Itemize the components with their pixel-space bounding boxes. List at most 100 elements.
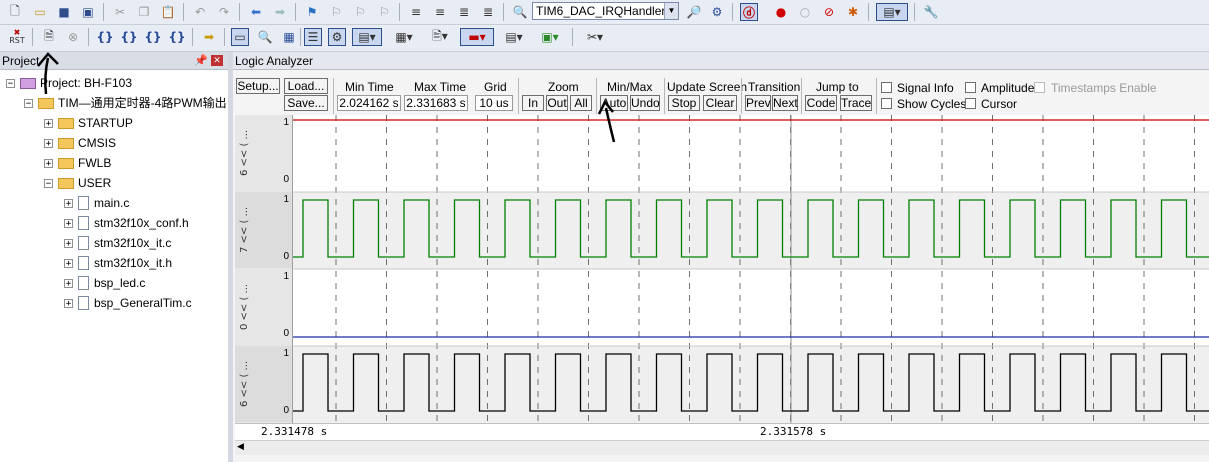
prev-button[interactable]: Prev xyxy=(745,95,771,111)
comment-icon[interactable]: ≣ xyxy=(455,3,473,21)
signal-label[interactable]: 0 << ( ... 1 0 xyxy=(235,269,292,345)
run-icon[interactable]: 🗎 xyxy=(40,28,58,46)
show-next-statement-icon[interactable]: ➡ xyxy=(200,28,218,46)
memory-window-icon[interactable]: ▦▾ xyxy=(390,28,418,46)
tree-item[interactable]: + bsp_GeneralTim.c xyxy=(0,294,228,312)
watch-window-icon[interactable]: ▤▾ xyxy=(352,28,382,46)
expand-toggle-icon[interactable]: + xyxy=(64,239,73,249)
navigate-back-icon[interactable]: ⬅ xyxy=(247,3,265,21)
clear-bookmarks-icon[interactable]: ⚐ xyxy=(375,3,393,21)
tree-item[interactable]: + CMSIS xyxy=(0,134,228,152)
clear-button[interactable]: Clear xyxy=(703,95,737,111)
unindent-icon[interactable]: ≡ xyxy=(431,3,449,21)
undo-button[interactable]: Undo xyxy=(630,95,660,111)
find-in-files-icon[interactable]: 🔍 xyxy=(511,3,529,21)
analysis-window-icon[interactable]: ▬▾ xyxy=(460,28,494,46)
kill-breakpoints-icon[interactable]: ⊘ xyxy=(820,3,838,21)
signal-label[interactable]: 6 << ( ... 1 0 xyxy=(235,115,292,191)
expand-toggle-icon[interactable]: + xyxy=(64,299,73,309)
tree-item[interactable]: + stm32f10x_it.h xyxy=(0,254,228,272)
breakpoint-icon[interactable]: ● xyxy=(772,3,790,21)
expand-toggle-icon[interactable]: + xyxy=(64,279,73,289)
tree-item[interactable]: + STARTUP xyxy=(0,114,228,132)
debug-session-icon[interactable]: ⓓ xyxy=(740,3,758,21)
configure-icon[interactable]: 🔧 xyxy=(922,3,940,21)
step-into-icon[interactable]: {} xyxy=(96,28,114,46)
load-button[interactable]: Load... xyxy=(284,78,328,94)
tree-item[interactable]: + FWLB xyxy=(0,154,228,172)
expand-toggle-icon[interactable]: − xyxy=(6,79,15,89)
zoom-all-button[interactable]: All xyxy=(570,95,592,111)
navigate-forward-icon[interactable]: ➡ xyxy=(271,3,289,21)
zoom-out-button[interactable]: Out xyxy=(546,95,568,111)
zoom-in-button[interactable]: In xyxy=(522,95,544,111)
signal-info-checkbox[interactable] xyxy=(881,82,892,93)
signal-label[interactable]: 7 << ( ... 1 0 xyxy=(235,192,292,268)
prev-bookmark-icon[interactable]: ⚐ xyxy=(327,3,345,21)
scroll-left-icon[interactable]: ◀ xyxy=(237,441,244,452)
disassembly-window-icon[interactable]: 🔍 xyxy=(256,28,274,46)
horizontal-scrollbar[interactable]: ◀ xyxy=(235,440,1209,455)
expand-toggle-icon[interactable]: + xyxy=(64,199,73,209)
cursor-checkbox[interactable] xyxy=(965,98,976,109)
save-icon[interactable]: ■ xyxy=(55,3,73,21)
save-button[interactable]: Save... xyxy=(284,95,328,111)
stop-button[interactable]: Stop xyxy=(668,95,700,111)
signal-label[interactable]: 6 << ( ... 1 0 xyxy=(235,346,292,422)
command-window-icon[interactable]: ▭ xyxy=(231,28,249,46)
expand-toggle-icon[interactable]: + xyxy=(44,139,53,149)
call-stack-icon[interactable]: ⚙ xyxy=(328,28,346,46)
tree-item[interactable]: + stm32f10x_conf.h xyxy=(0,214,228,232)
run-to-cursor-icon[interactable]: {} xyxy=(168,28,186,46)
trace-button[interactable]: Trace xyxy=(840,95,872,111)
disable-all-icon[interactable]: ✱ xyxy=(844,3,862,21)
tree-item[interactable]: + main.c xyxy=(0,194,228,212)
show-cycles-checkbox[interactable] xyxy=(881,98,892,109)
disable-breakpoint-icon[interactable]: ○ xyxy=(796,3,814,21)
registers-window-icon[interactable]: ☰ xyxy=(304,28,322,46)
step-out-icon[interactable]: {} xyxy=(144,28,162,46)
expand-toggle-icon[interactable]: − xyxy=(44,179,53,189)
expand-toggle-icon[interactable]: + xyxy=(44,159,53,169)
save-all-icon[interactable]: ▣ xyxy=(79,3,97,21)
trace-window-icon[interactable]: ▤▾ xyxy=(500,28,528,46)
bookmark-icon[interactable]: ⚑ xyxy=(303,3,321,21)
tree-item[interactable]: − USER xyxy=(0,174,228,192)
stop-icon[interactable]: ⊗ xyxy=(64,28,82,46)
paste-icon[interactable]: 📋 xyxy=(159,3,177,21)
indent-icon[interactable]: ≡ xyxy=(407,3,425,21)
system-viewer-icon[interactable]: ▣▾ xyxy=(536,28,564,46)
tree-item[interactable]: + stm32f10x_it.c xyxy=(0,234,228,252)
expand-toggle-icon[interactable]: + xyxy=(44,119,53,129)
reset-cpu-icon[interactable]: ✖ RST xyxy=(6,28,28,46)
undo-icon[interactable]: ↶ xyxy=(191,3,209,21)
copy-icon[interactable]: ❐ xyxy=(135,3,153,21)
next-button[interactable]: Next xyxy=(772,95,798,111)
cut-icon[interactable]: ✂ xyxy=(111,3,129,21)
close-icon[interactable]: ✕ xyxy=(211,55,223,66)
chevron-down-icon[interactable]: ▼ xyxy=(664,3,678,19)
code-button[interactable]: Code xyxy=(805,95,837,111)
expand-toggle-icon[interactable]: − xyxy=(24,99,33,109)
symbols-window-icon[interactable]: ▦ xyxy=(280,28,298,46)
step-over-icon[interactable]: {} xyxy=(120,28,138,46)
waveform-area[interactable] xyxy=(293,115,1209,423)
amplitude-checkbox[interactable] xyxy=(965,82,976,93)
timestamps-checkbox[interactable] xyxy=(1034,82,1045,93)
redo-icon[interactable]: ↷ xyxy=(215,3,233,21)
expand-toggle-icon[interactable]: + xyxy=(64,259,73,269)
expand-toggle-icon[interactable]: + xyxy=(64,219,73,229)
find-icon[interactable]: 🔎 xyxy=(685,3,703,21)
uncomment-icon[interactable]: ≣ xyxy=(479,3,497,21)
function-combo[interactable]: TIM6_DAC_IRQHandler ▼ xyxy=(532,2,679,20)
next-bookmark-icon[interactable]: ⚐ xyxy=(351,3,369,21)
window-layout-icon[interactable]: ▤▾ xyxy=(876,3,908,21)
incremental-find-icon[interactable]: ⚙ xyxy=(708,3,726,21)
serial-window-icon[interactable]: 🖹▾ xyxy=(426,28,454,46)
open-file-icon[interactable]: ▭ xyxy=(31,3,49,21)
pin-icon[interactable]: 📌 xyxy=(194,52,208,70)
tree-item[interactable]: − TIM—通用定时器-4路PWM输出 xyxy=(0,94,228,112)
toolbox-icon[interactable]: ✂▾ xyxy=(580,28,610,46)
setup-button[interactable]: Setup... xyxy=(236,78,280,94)
new-file-icon[interactable]: 🗋 xyxy=(6,3,24,21)
